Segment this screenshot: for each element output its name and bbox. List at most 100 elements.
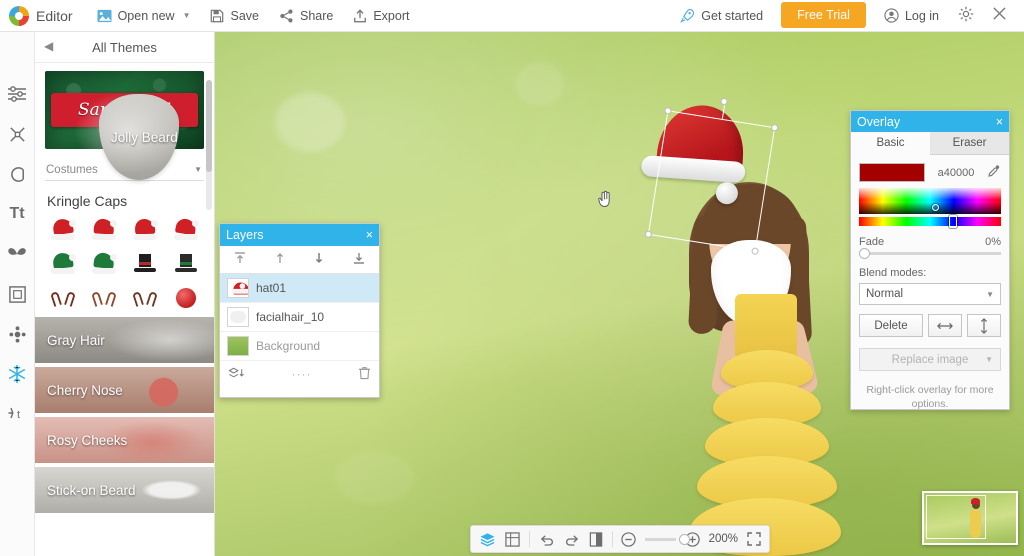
- spectrum-cursor[interactable]: [932, 204, 939, 211]
- effects-icon[interactable]: [0, 114, 35, 154]
- logo-icon: [9, 6, 29, 26]
- snowflake-icon[interactable]: [0, 354, 35, 394]
- trash-icon[interactable]: [358, 366, 371, 383]
- compare-icon[interactable]: [589, 532, 603, 547]
- butterfly-icon[interactable]: [0, 234, 35, 274]
- log-in-button[interactable]: Log in: [874, 0, 949, 32]
- share-button[interactable]: Share: [269, 0, 343, 32]
- minimap-preview[interactable]: [922, 491, 1018, 545]
- scrollbar-thumb[interactable]: [206, 80, 212, 172]
- dress: [677, 294, 827, 556]
- settings-gear-icon[interactable]: [949, 6, 983, 26]
- zoom-out-button[interactable]: [621, 532, 636, 547]
- hat-item[interactable]: [44, 215, 81, 245]
- adjust-icon[interactable]: [0, 74, 35, 114]
- layers-icon[interactable]: [479, 532, 496, 547]
- fade-slider-knob[interactable]: [859, 248, 870, 259]
- overlay-hint-line2: options.: [859, 397, 1001, 411]
- themes-scrollbar[interactable]: [206, 80, 212, 210]
- elf-hat-item[interactable]: [85, 249, 122, 279]
- selection-box[interactable]: [648, 110, 775, 252]
- resize-handle-tr[interactable]: [771, 124, 779, 132]
- chevron-down-icon: ▼: [183, 11, 191, 20]
- strip-gray-hair[interactable]: Gray Hair: [35, 317, 214, 363]
- zoom-slider-knob[interactable]: [679, 534, 690, 545]
- hat-item[interactable]: [127, 215, 164, 245]
- antlers-item[interactable]: [127, 283, 164, 313]
- flip-vertical-icon[interactable]: [967, 314, 1001, 337]
- undo-icon[interactable]: [539, 532, 555, 546]
- tophat-item[interactable]: [127, 249, 164, 279]
- grid-icon[interactable]: [505, 532, 520, 547]
- resize-handle-tl[interactable]: [664, 107, 672, 115]
- top-toolbar: Editor Open new ▼ Save Share: [0, 0, 1024, 32]
- color-swatch[interactable]: [859, 163, 925, 182]
- free-trial-button[interactable]: Free Trial: [781, 2, 866, 28]
- smooth-icon[interactable]: [0, 154, 35, 194]
- frame-icon[interactable]: [0, 274, 35, 314]
- drag-handle-dots[interactable]: ····: [292, 367, 312, 381]
- move-down-icon[interactable]: [312, 251, 326, 268]
- delete-button[interactable]: Delete: [859, 314, 923, 337]
- image-icon: [97, 9, 112, 23]
- hand-cursor: [597, 190, 613, 212]
- hat-item[interactable]: [85, 215, 122, 245]
- eyedropper-icon[interactable]: [987, 164, 1001, 181]
- share-label: Share: [300, 9, 333, 23]
- color-hex-value[interactable]: a40000: [931, 167, 981, 179]
- replace-image-button[interactable]: Replace image ▼: [859, 348, 1001, 371]
- fade-slider[interactable]: [859, 252, 1001, 255]
- layers-toolbar: [220, 246, 379, 274]
- zoom-slider[interactable]: [645, 538, 676, 541]
- color-spectrum[interactable]: [859, 188, 1001, 214]
- app-logo[interactable]: Editor: [0, 6, 73, 26]
- antlers-item[interactable]: [85, 283, 122, 313]
- layer-row-hat01[interactable]: hat01: [220, 274, 379, 303]
- layer-thumbnail: [227, 278, 249, 298]
- blend-modes-label: Blend modes:: [859, 267, 1001, 279]
- back-arrow-icon[interactable]: ◀: [44, 39, 53, 53]
- strip-stick-on-beard[interactable]: Stick-on Beard: [35, 467, 214, 513]
- texture-icon[interactable]: [0, 314, 35, 354]
- antlers-item[interactable]: [44, 283, 81, 313]
- minimap-viewport[interactable]: [926, 495, 986, 539]
- strip-label: Gray Hair: [47, 333, 105, 348]
- redo-icon[interactable]: [564, 532, 580, 546]
- strip-cherry-nose[interactable]: Cherry Nose: [35, 367, 214, 413]
- elf-hat-item[interactable]: [44, 249, 81, 279]
- overlay-titlebar[interactable]: Overlay ×: [851, 111, 1009, 132]
- export-label: Export: [373, 9, 409, 23]
- svg-text:t: t: [17, 409, 20, 421]
- hat-item[interactable]: [168, 215, 205, 245]
- tophat-item[interactable]: [168, 249, 205, 279]
- topbar-right-group: Get started Free Trial Log in: [670, 0, 1024, 32]
- tab-eraser[interactable]: Eraser: [930, 132, 1009, 155]
- close-icon[interactable]: [983, 6, 1016, 25]
- tab-basic[interactable]: Basic: [851, 132, 930, 155]
- close-icon[interactable]: ×: [996, 115, 1003, 129]
- overlay-tabs: Basic Eraser: [851, 132, 1009, 155]
- layer-row-facialhair[interactable]: facialhair_10: [220, 303, 379, 332]
- text-icon[interactable]: Tt: [0, 194, 35, 234]
- blend-mode-select[interactable]: Normal ▼: [859, 283, 1001, 305]
- open-new-button[interactable]: Open new ▼: [87, 0, 201, 32]
- flip-horizontal-icon[interactable]: [928, 314, 962, 337]
- layer-row-background[interactable]: Background: [220, 332, 379, 361]
- get-started-button[interactable]: Get started: [670, 0, 773, 32]
- close-icon[interactable]: ×: [366, 228, 373, 242]
- align-top-icon[interactable]: [233, 251, 247, 268]
- hue-slider[interactable]: [859, 217, 1001, 226]
- strip-rosy-cheeks[interactable]: Rosy Cheeks: [35, 417, 214, 463]
- hue-knob[interactable]: [949, 215, 957, 228]
- layer-name: facialhair_10: [256, 310, 324, 324]
- strip-jolly-beard[interactable]: Jolly Beard: [99, 94, 179, 180]
- export-button[interactable]: Export: [343, 0, 419, 32]
- save-button[interactable]: Save: [200, 0, 269, 32]
- fullscreen-icon[interactable]: [747, 532, 761, 546]
- move-up-icon[interactable]: [273, 251, 287, 268]
- merge-layers-icon[interactable]: [228, 366, 245, 383]
- align-bottom-icon[interactable]: [352, 251, 366, 268]
- red-nose-item[interactable]: [168, 283, 205, 313]
- sticker-text-icon[interactable]: t: [0, 394, 35, 434]
- layers-titlebar[interactable]: Layers ×: [220, 224, 379, 246]
